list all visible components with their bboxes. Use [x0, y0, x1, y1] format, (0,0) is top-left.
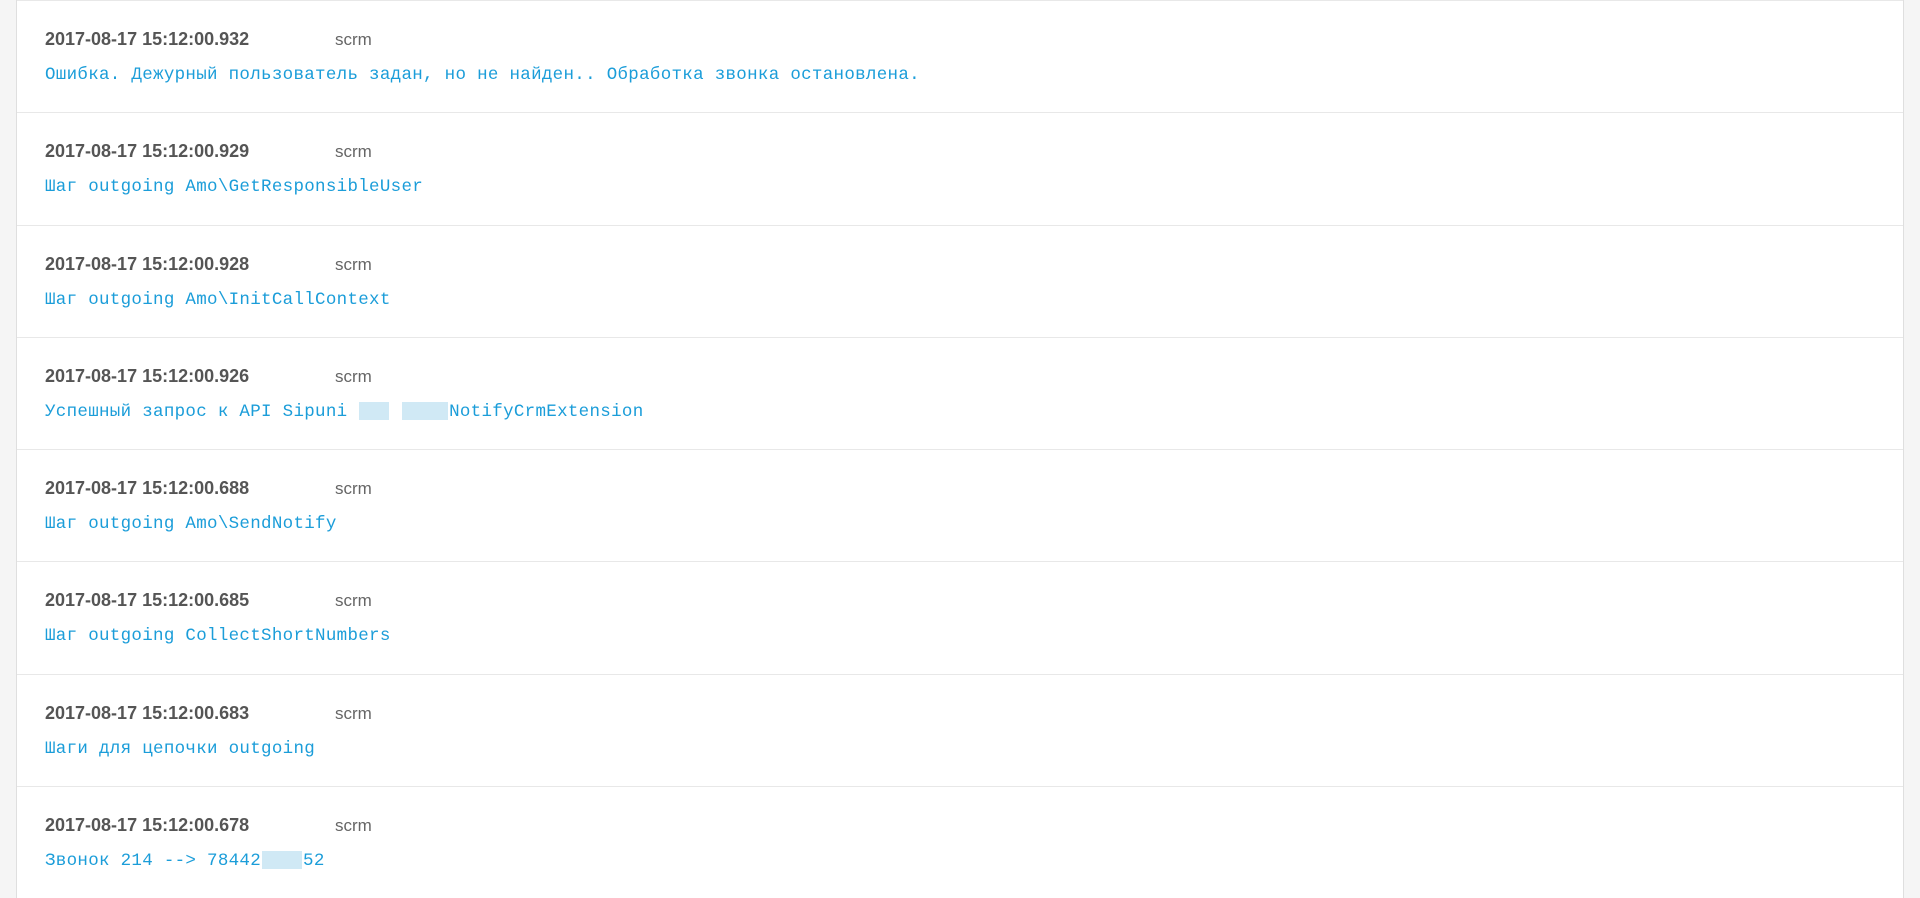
log-entry-header: 2017-08-17 15:12:00.678scrm	[45, 815, 1903, 836]
log-entry[interactable]: 2017-08-17 15:12:00.683scrm Шаги для цепо…	[17, 674, 1903, 786]
log-source: scrm	[335, 30, 372, 50]
redacted-segment	[262, 851, 302, 869]
log-message-text: Шаг outgoing CollectShortNumbers	[45, 626, 391, 646]
log-source: scrm	[335, 704, 372, 724]
log-source: scrm	[335, 367, 372, 387]
log-timestamp: 2017-08-17 15:12:00.685	[45, 590, 335, 611]
log-message: Шаг outgoing Amo\SendNotify	[45, 511, 1903, 537]
log-entry[interactable]: 2017-08-17 15:12:00.932scrm Ошибка. Дежур…	[17, 0, 1903, 112]
log-timestamp: 2017-08-17 15:12:00.683	[45, 703, 335, 724]
log-entry[interactable]: 2017-08-17 15:12:00.688scrm Шаг outgoing …	[17, 449, 1903, 561]
log-message-text: Шаги для цепочки outgoing	[45, 739, 315, 759]
log-timestamp: 2017-08-17 15:12:00.928	[45, 254, 335, 275]
log-list: 2017-08-17 15:12:00.932scrmОшибка. Дежур…	[16, 0, 1904, 898]
log-entry-header: 2017-08-17 15:12:00.932scrm	[45, 29, 1903, 50]
log-entry-header: 2017-08-17 15:12:00.926scrm	[45, 366, 1903, 387]
log-timestamp: 2017-08-17 15:12:00.929	[45, 141, 335, 162]
log-message: Звонок 214 --> 78442 52	[45, 848, 1903, 874]
log-timestamp: 2017-08-17 15:12:00.688	[45, 478, 335, 499]
log-message-text: Успешный запрос к API Sipuni	[45, 402, 358, 422]
log-entry[interactable]: 2017-08-17 15:12:00.926scrm Успешный запр…	[17, 337, 1903, 449]
log-entry-header: 2017-08-17 15:12:00.929scrm	[45, 141, 1903, 162]
log-message-text: Шаг outgoing Amo\SendNotify	[45, 514, 337, 534]
log-entry[interactable]: 2017-08-17 15:12:00.685scrm Шаг outgoing …	[17, 561, 1903, 673]
log-message-text: Ошибка. Дежурный пользователь задан, но …	[45, 65, 920, 85]
log-message-text	[390, 402, 401, 422]
log-message: Шаги для цепочки outgoing	[45, 736, 1903, 762]
log-entry-header: 2017-08-17 15:12:00.683scrm	[45, 703, 1903, 724]
log-message: Ошибка. Дежурный пользователь задан, но …	[45, 62, 1903, 88]
log-message-text: 52	[303, 851, 325, 871]
log-message-text: Звонок 214 --> 78442	[45, 851, 261, 871]
log-timestamp: 2017-08-17 15:12:00.926	[45, 366, 335, 387]
log-entry-header: 2017-08-17 15:12:00.688scrm	[45, 478, 1903, 499]
log-entry-header: 2017-08-17 15:12:00.685scrm	[45, 590, 1903, 611]
log-message: Шаг outgoing Amo\InitCallContext	[45, 287, 1903, 313]
redacted-segment	[359, 402, 389, 420]
log-source: scrm	[335, 591, 372, 611]
log-message: Успешный запрос к API Sipuni NotifyCrmEx…	[45, 399, 1903, 425]
log-message-text: Шаг outgoing Amo\GetResponsibleUser	[45, 177, 423, 197]
log-message-text: NotifyCrmExtension	[449, 402, 643, 422]
log-source: scrm	[335, 142, 372, 162]
log-timestamp: 2017-08-17 15:12:00.678	[45, 815, 335, 836]
log-message: Шаг outgoing CollectShortNumbers	[45, 623, 1903, 649]
log-message-text: Шаг outgoing Amo\InitCallContext	[45, 290, 391, 310]
log-source: scrm	[335, 816, 372, 836]
log-message: Шаг outgoing Amo\GetResponsibleUser	[45, 174, 1903, 200]
log-source: scrm	[335, 255, 372, 275]
log-source: scrm	[335, 479, 372, 499]
log-entry[interactable]: 2017-08-17 15:12:00.928scrm Шаг outgoing …	[17, 225, 1903, 337]
redacted-segment	[402, 402, 448, 420]
log-entry-header: 2017-08-17 15:12:00.928scrm	[45, 254, 1903, 275]
log-timestamp: 2017-08-17 15:12:00.932	[45, 29, 335, 50]
log-entry[interactable]: 2017-08-17 15:12:00.678scrm Звонок 214 --…	[17, 786, 1903, 898]
log-entry[interactable]: 2017-08-17 15:12:00.929scrm Шаг outgoing …	[17, 112, 1903, 224]
